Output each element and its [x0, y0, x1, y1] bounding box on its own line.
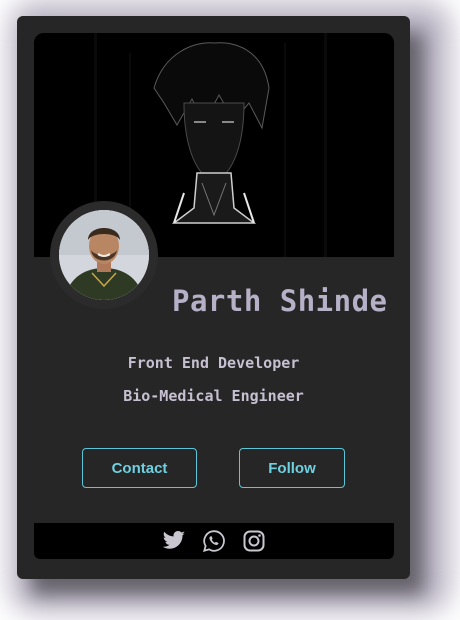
twitter-icon[interactable] [162, 529, 186, 553]
profile-card: Parth Shinde Front End Developer Bio-Med… [17, 16, 410, 579]
avatar-ring [50, 201, 158, 309]
profile-role-secondary: Bio-Medical Engineer [123, 387, 304, 405]
whatsapp-icon[interactable] [202, 529, 226, 553]
page-stage: Parth Shinde Front End Developer Bio-Med… [0, 0, 460, 620]
social-bar [34, 523, 394, 559]
follow-button[interactable]: Follow [239, 448, 345, 488]
avatar [59, 210, 149, 300]
avatar-photo [59, 210, 149, 300]
contact-button[interactable]: Contact [82, 448, 197, 488]
profile-name: Parth Shinde [172, 284, 388, 318]
profile-role-primary: Front End Developer [127, 354, 300, 372]
instagram-icon[interactable] [242, 529, 266, 553]
